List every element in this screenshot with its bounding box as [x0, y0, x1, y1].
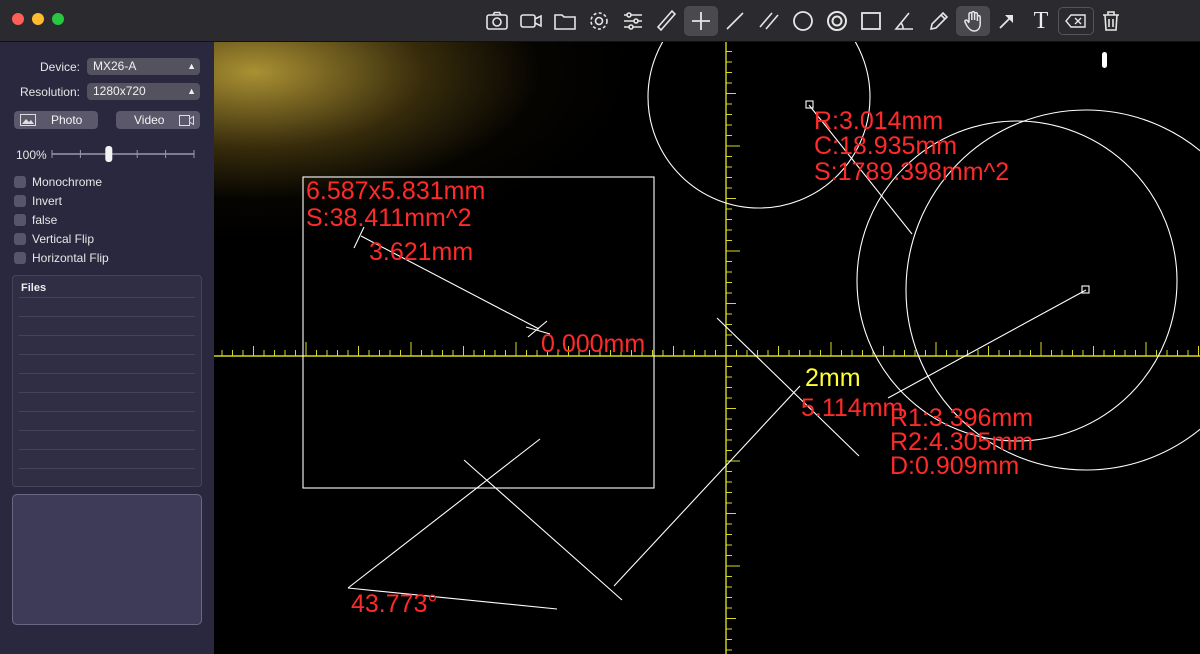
resolution-select[interactable]: 1280x720 ▲ — [87, 83, 200, 100]
circle-area-label: S:1789.398mm^2 — [814, 158, 1009, 186]
preview-panel — [12, 494, 202, 625]
file-row — [19, 392, 195, 393]
file-row — [19, 411, 195, 412]
measurement-labels: 6.587x5.831mm S:38.411mm^2 3.621mm 0.000… — [306, 107, 1033, 618]
sidebar: Device: MX26-A ▲ Resolution: 1280x720 ▲ … — [0, 42, 214, 654]
angle-arm[interactable] — [347, 438, 541, 589]
ring-distance-line — [887, 289, 1087, 399]
checkbox-box[interactable] — [14, 195, 26, 207]
eraser-icon[interactable] — [1058, 7, 1094, 35]
text-tool-label: T — [1033, 7, 1049, 34]
point-distance-label: 0.000mm — [541, 330, 645, 358]
checkbox-false[interactable]: false — [14, 213, 57, 227]
checkbox-label: false — [32, 213, 58, 227]
circle-circumference-label: C:18.935mm — [814, 132, 957, 160]
ring-d-label: D:0.909mm — [890, 452, 1019, 480]
rect-size-label: 6.587x5.831mm — [306, 177, 485, 205]
trash-icon[interactable] — [1094, 6, 1128, 36]
video-camera-icon — [179, 115, 194, 126]
checkbox-monochrome[interactable]: Monochrome — [14, 175, 102, 189]
segment-length-label: 5.114mm — [801, 394, 903, 422]
photo-button[interactable]: Photo — [14, 111, 98, 129]
toolbar: T — [480, 4, 1128, 38]
arrow-icon[interactable] — [990, 6, 1024, 36]
crosshair-icon[interactable] — [684, 6, 718, 36]
gear-icon[interactable] — [582, 6, 616, 36]
file-row — [19, 354, 195, 355]
chevron-updown-icon: ▲ — [187, 61, 196, 71]
zoom-window-button[interactable] — [52, 13, 64, 25]
ruler-icon[interactable] — [650, 6, 684, 36]
device-select[interactable]: MX26-A ▲ — [87, 58, 200, 75]
measurement-overlay[interactable]: 6.587x5.831mm S:38.411mm^2 3.621mm 0.000… — [214, 42, 1200, 654]
vertical-ruler — [725, 42, 740, 654]
segment-line[interactable] — [613, 385, 801, 587]
horizontal-ruler — [214, 342, 1200, 357]
resolution-value: 1280x720 — [93, 84, 146, 98]
file-row — [19, 449, 195, 450]
photo-label: Photo — [51, 113, 83, 127]
checkbox-label: Invert — [32, 194, 63, 208]
line-length-label: 3.621mm — [369, 238, 473, 266]
file-row — [19, 430, 195, 431]
pencil-icon[interactable] — [922, 6, 956, 36]
zoom-slider[interactable] — [50, 144, 196, 164]
angle-icon[interactable] — [888, 6, 922, 36]
video-camera-icon[interactable] — [514, 6, 548, 36]
image-icon — [20, 114, 36, 126]
camera-icon[interactable] — [480, 6, 514, 36]
checkbox-invert[interactable]: Invert — [14, 194, 62, 208]
rect-area-label: S:38.411mm^2 — [306, 204, 472, 232]
video-label: Video — [134, 113, 165, 127]
circle-radius-label: R:3.014mm — [814, 107, 943, 135]
concentric-circles-icon[interactable] — [820, 6, 854, 36]
files-panel[interactable]: Files — [12, 275, 202, 487]
file-row — [19, 373, 195, 374]
parallel-lines-icon[interactable] — [752, 6, 786, 36]
segment-line[interactable] — [463, 459, 623, 601]
close-window-button[interactable] — [12, 13, 24, 25]
zoom-label: 100% — [16, 148, 47, 162]
rectangle-icon[interactable] — [854, 6, 888, 36]
zoom-handle[interactable] — [1102, 52, 1107, 68]
folder-icon[interactable] — [548, 6, 582, 36]
files-title: Files — [21, 282, 47, 294]
circle-icon[interactable] — [786, 6, 820, 36]
checkbox-label: Vertical Flip — [32, 232, 95, 246]
line-icon[interactable] — [718, 6, 752, 36]
resolution-label: Resolution: — [19, 85, 80, 99]
scale-label: 2mm — [805, 364, 861, 392]
angle-label: 43.773° — [351, 590, 437, 618]
chevron-updown-icon: ▲ — [187, 86, 196, 96]
file-row — [19, 468, 195, 469]
checkbox-vertical-flip[interactable]: Vertical Flip — [14, 232, 94, 246]
title-bar: T — [0, 0, 1200, 42]
circle-handle[interactable] — [805, 100, 814, 109]
checkbox-label: Monochrome — [32, 175, 103, 189]
sliders-icon[interactable] — [616, 6, 650, 36]
checkbox-box[interactable] — [14, 233, 26, 245]
minimize-window-button[interactable] — [32, 13, 44, 25]
video-button[interactable]: Video — [116, 111, 200, 129]
checkbox-box[interactable] — [14, 252, 26, 264]
checkbox-label: Horizontal Flip — [32, 251, 109, 265]
text-icon[interactable]: T — [1024, 6, 1058, 36]
device-value: MX26-A — [93, 59, 137, 73]
checkbox-box[interactable] — [14, 176, 26, 188]
camera-view[interactable]: 6.587x5.831mm S:38.411mm^2 3.621mm 0.000… — [214, 42, 1200, 654]
file-row — [19, 335, 195, 336]
file-row — [19, 297, 195, 298]
device-label: Device: — [39, 60, 80, 74]
checkbox-horizontal-flip[interactable]: Horizontal Flip — [14, 251, 109, 265]
file-row — [19, 316, 195, 317]
checkbox-box[interactable] — [14, 214, 26, 226]
hand-icon[interactable] — [956, 6, 990, 36]
